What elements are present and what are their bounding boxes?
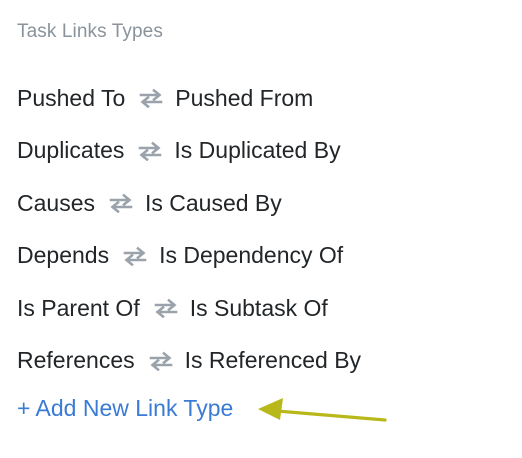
link-outward-label: References	[17, 347, 135, 373]
link-type-row: Depends Is Dependency Of	[17, 241, 361, 271]
link-inward-label: Is Dependency Of	[159, 242, 344, 268]
link-type-row: Causes Is Caused By	[17, 188, 361, 218]
link-inward-label: Is Subtask Of	[189, 294, 328, 321]
link-outward-label: Pushed To	[17, 84, 126, 111]
section-title: Task Links Types	[17, 21, 163, 42]
annotation-arrow-icon	[258, 398, 387, 422]
add-new-link-type-button[interactable]: + Add New Link Type	[17, 395, 233, 422]
link-outward-label: Is Parent Of	[17, 294, 140, 321]
link-type-row: Is Parent Of Is Subtask Of	[17, 293, 361, 323]
swap-arrows-icon	[147, 350, 175, 372]
link-type-row: Pushed To Pushed From	[17, 83, 361, 113]
link-inward-label: Is Duplicated By	[174, 137, 341, 163]
link-type-row: References Is Referenced By	[17, 346, 361, 376]
link-types-list: Pushed To Pushed From Duplicates Is Dupl…	[17, 83, 361, 398]
link-inward-label: Pushed From	[175, 84, 314, 111]
swap-arrows-icon	[121, 245, 149, 267]
link-type-row: Duplicates Is Duplicated By	[17, 136, 361, 166]
swap-arrows-icon	[107, 192, 135, 214]
swap-arrows-icon	[152, 297, 180, 319]
link-inward-label: Is Caused By	[144, 189, 282, 216]
link-outward-label: Duplicates	[17, 137, 125, 163]
link-outward-label: Depends	[17, 242, 110, 268]
link-inward-label: Is Referenced By	[184, 347, 362, 373]
swap-arrows-icon	[137, 87, 165, 109]
link-outward-label: Causes	[17, 189, 95, 216]
swap-arrows-icon	[136, 140, 164, 162]
